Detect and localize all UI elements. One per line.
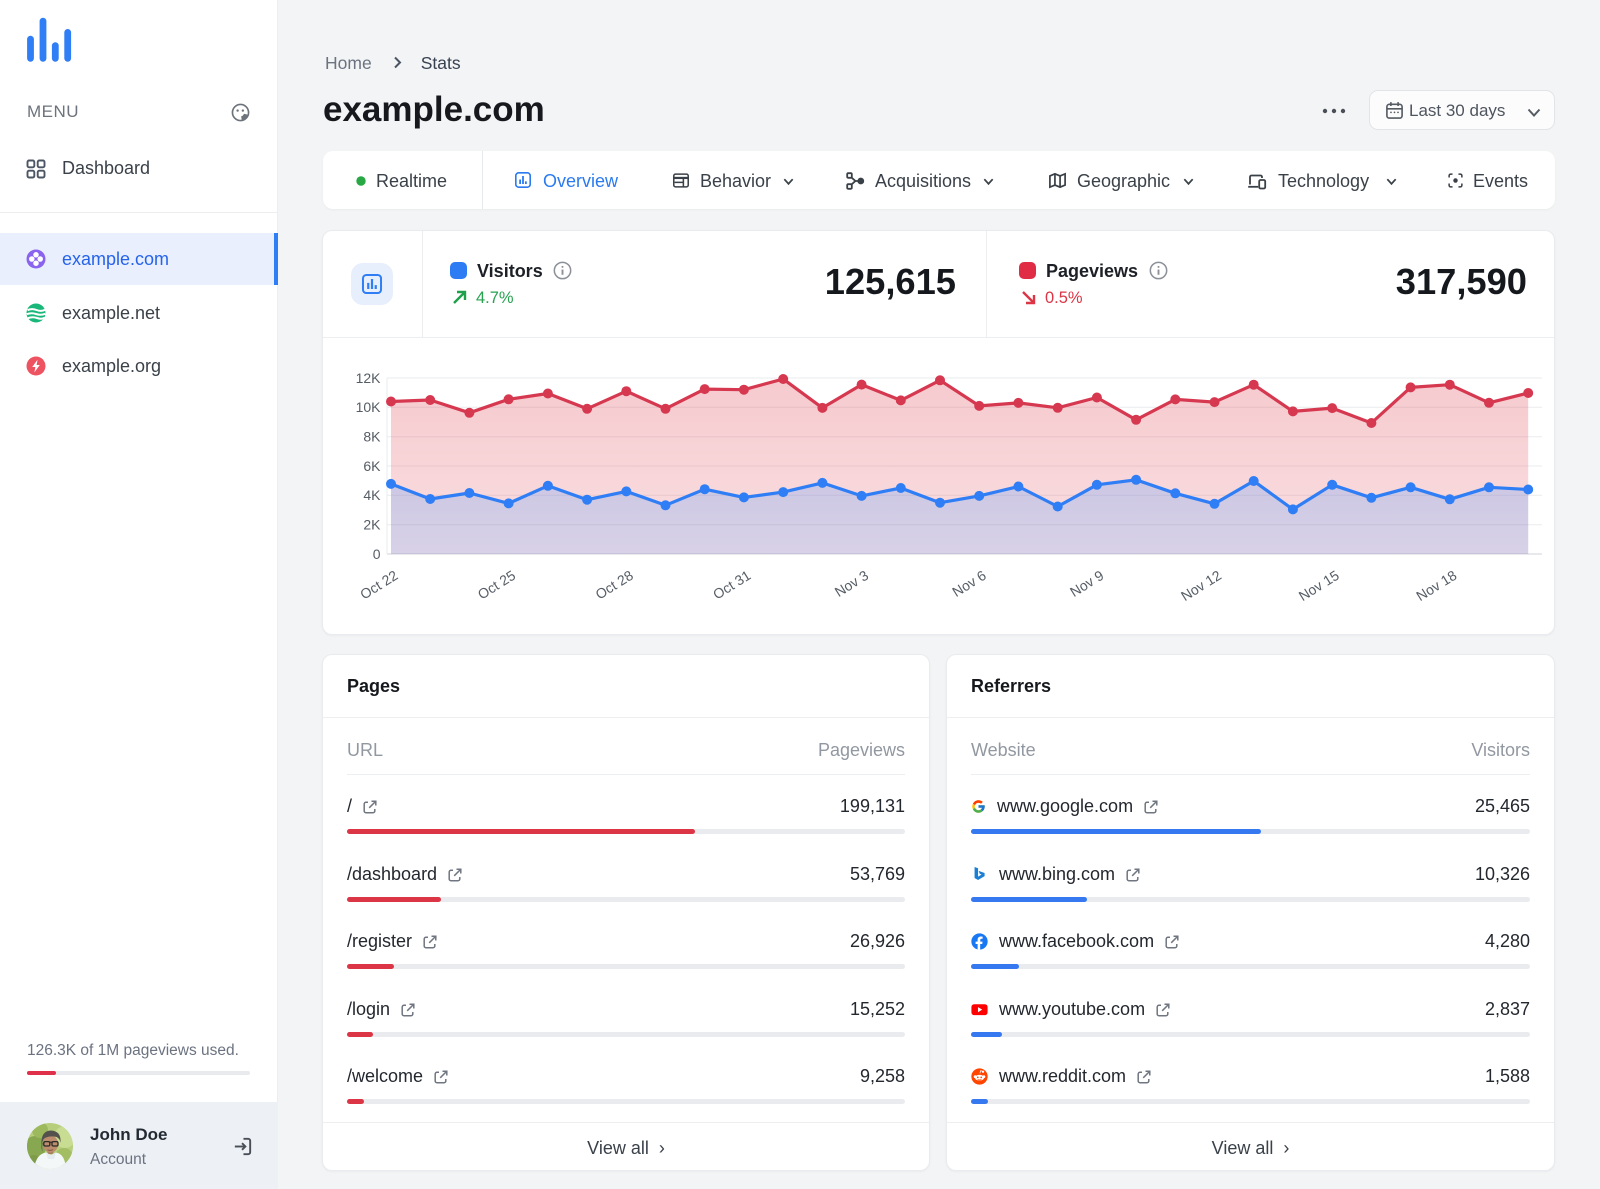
svg-text:Oct 22: Oct 22 (357, 567, 401, 603)
svg-text:4K: 4K (363, 487, 381, 503)
svg-text:Oct 28: Oct 28 (592, 567, 636, 603)
svg-text:Nov 9: Nov 9 (1067, 567, 1107, 600)
svg-text:Oct 31: Oct 31 (710, 567, 754, 603)
svg-text:8K: 8K (363, 429, 381, 445)
svg-text:Nov 15: Nov 15 (1296, 567, 1342, 604)
svg-text:Nov 3: Nov 3 (832, 567, 872, 600)
svg-text:Oct 25: Oct 25 (475, 567, 519, 603)
svg-text:2K: 2K (363, 517, 381, 533)
svg-text:10K: 10K (356, 399, 382, 415)
svg-text:Nov 18: Nov 18 (1413, 567, 1459, 604)
svg-text:Nov 12: Nov 12 (1178, 567, 1224, 604)
svg-text:6K: 6K (363, 458, 381, 474)
svg-text:Nov 6: Nov 6 (949, 567, 989, 600)
svg-text:0: 0 (373, 546, 381, 562)
svg-text:12K: 12K (356, 370, 382, 386)
